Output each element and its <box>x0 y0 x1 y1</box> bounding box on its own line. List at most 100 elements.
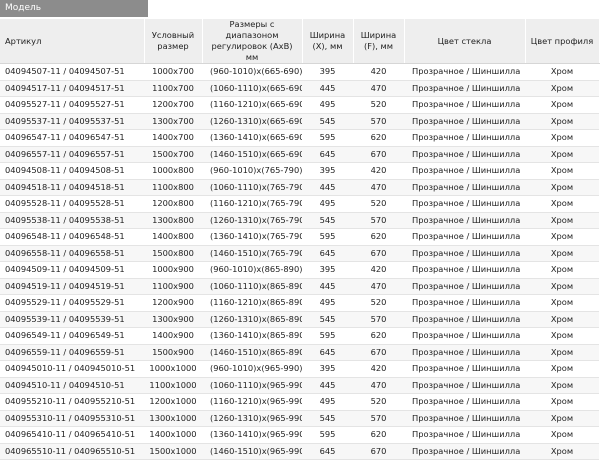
glass-color-cell: Прозрачное / Шиншилла <box>404 443 525 460</box>
width-x-cell: 495 <box>302 195 353 213</box>
nominal-size-cell: 1100x800 <box>144 179 202 196</box>
adjustment-range-cell: (960-1010)x(765-790) <box>202 162 302 180</box>
width-f-cell: 520 <box>353 195 404 213</box>
width-f-cell: 620 <box>353 228 404 246</box>
article-cell: 04094507-11 / 04094507-51 <box>0 63 144 81</box>
glass-color-cell: Прозрачное / Шиншилла <box>404 63 525 81</box>
article-cell: 04096558-11 / 04096558-51 <box>0 245 144 262</box>
adjustment-range-cell: (1360-1410)x(965-990) <box>202 426 302 444</box>
width-x-cell: 445 <box>302 278 353 295</box>
width-f-cell: 470 <box>353 377 404 394</box>
adjustment-range-cell: (1260-1310)x(965-990) <box>202 410 302 427</box>
article-cell: 040965510-11 / 040965510-51 <box>0 443 144 460</box>
width-f-cell: 420 <box>353 261 404 279</box>
nominal-size-cell: 1400x900 <box>144 327 202 345</box>
profile-color-cell: Хром <box>525 443 599 460</box>
table-row: 04094518-11 / 04094518-51 1100x800 (1060-1… <box>0 179 599 196</box>
profile-color-cell: Хром <box>525 63 599 81</box>
article-cell: 04094508-11 / 04094508-51 <box>0 162 144 180</box>
header-glass-color: Цвет стекла <box>404 19 526 64</box>
width-f-cell: 620 <box>353 327 404 345</box>
profile-color-cell: Хром <box>525 146 599 163</box>
article-cell: 040955310-11 / 040955310-51 <box>0 410 144 427</box>
adjustment-range-cell: (1060-1110)x(865-890) <box>202 278 302 295</box>
width-f-cell: 420 <box>353 360 404 378</box>
table-body: 04094507-11 / 04094507-51 1000x700 (960-10… <box>0 63 599 460</box>
glass-color-cell: Прозрачное / Шиншилла <box>404 278 525 295</box>
profile-color-cell: Хром <box>525 261 599 279</box>
width-f-cell: 520 <box>353 393 404 411</box>
nominal-size-cell: 1200x900 <box>144 294 202 312</box>
table-row: 04095539-11 / 04095539-51 1300x900 (1260-1… <box>0 311 599 328</box>
adjustment-range-cell: (1260-1310)x(865-890) <box>202 311 302 328</box>
width-x-cell: 445 <box>302 179 353 196</box>
glass-color-cell: Прозрачное / Шиншилла <box>404 195 525 213</box>
width-f-cell: 520 <box>353 294 404 312</box>
table-row: 04094507-11 / 04094507-51 1000x700 (960-10… <box>0 63 599 81</box>
width-f-cell: 470 <box>353 179 404 196</box>
article-cell: 040965410-11 / 040965410-51 <box>0 426 144 444</box>
width-f-cell: 420 <box>353 162 404 180</box>
glass-color-cell: Прозрачное / Шиншилла <box>404 393 525 411</box>
header-nominal-size: Условный размер <box>144 19 203 64</box>
profile-color-cell: Хром <box>525 179 599 196</box>
nominal-size-cell: 1300x900 <box>144 311 202 328</box>
table-row: 04095537-11 / 04095537-51 1300x700 (1260-1… <box>0 113 599 130</box>
table-row: 04094510-11 / 04094510-51 1100x1000 (1060-… <box>0 377 599 394</box>
width-x-cell: 495 <box>302 96 353 114</box>
table-row: 04096558-11 / 04096558-51 1500x800 (1460-1… <box>0 245 599 262</box>
article-cell: 04095529-11 / 04095529-51 <box>0 294 144 312</box>
table-row: 04096548-11 / 04096548-51 1400x800 (1360-1… <box>0 228 599 246</box>
article-cell: 04094519-11 / 04094519-51 <box>0 278 144 295</box>
nominal-size-cell: 1400x1000 <box>144 426 202 444</box>
table-row: 04096547-11 / 04096547-51 1400x700 (1360-1… <box>0 129 599 147</box>
nominal-size-cell: 1200x700 <box>144 96 202 114</box>
glass-color-cell: Прозрачное / Шиншилла <box>404 113 525 130</box>
glass-color-cell: Прозрачное / Шиншилла <box>404 129 525 147</box>
width-x-cell: 545 <box>302 113 353 130</box>
adjustment-range-cell: (1460-1510)x(665-690) <box>202 146 302 163</box>
article-cell: 04096559-11 / 04096559-51 <box>0 344 144 361</box>
article-cell: 04096547-11 / 04096547-51 <box>0 129 144 147</box>
adjustment-range-cell: (1060-1110)x(965-990) <box>202 377 302 394</box>
profile-color-cell: Хром <box>525 393 599 411</box>
article-cell: 04095538-11 / 04095538-51 <box>0 212 144 229</box>
article-cell: 040945010-11 / 040945010-51 <box>0 360 144 378</box>
profile-color-cell: Хром <box>525 96 599 114</box>
nominal-size-cell: 1500x800 <box>144 245 202 262</box>
width-f-cell: 670 <box>353 443 404 460</box>
profile-color-cell: Хром <box>525 212 599 229</box>
width-f-cell: 620 <box>353 426 404 444</box>
article-cell: 04096549-11 / 04096549-51 <box>0 327 144 345</box>
width-f-cell: 670 <box>353 245 404 262</box>
table-row: 04094508-11 / 04094508-51 1000x800 (960-10… <box>0 162 599 180</box>
profile-color-cell: Хром <box>525 162 599 180</box>
adjustment-range-cell: (1060-1110)x(765-790) <box>202 179 302 196</box>
profile-color-cell: Хром <box>525 377 599 394</box>
nominal-size-cell: 1300x700 <box>144 113 202 130</box>
width-x-cell: 595 <box>302 426 353 444</box>
width-x-cell: 645 <box>302 146 353 163</box>
nominal-size-cell: 1300x800 <box>144 212 202 229</box>
width-x-cell: 595 <box>302 129 353 147</box>
header-article: Артикул <box>0 19 145 64</box>
profile-color-cell: Хром <box>525 195 599 213</box>
table-header-row: Артикул Условный размер Размеры с диапаз… <box>0 19 600 64</box>
profile-color-cell: Хром <box>525 278 599 295</box>
glass-color-cell: Прозрачное / Шиншилла <box>404 80 525 97</box>
nominal-size-cell: 1500x1000 <box>144 443 202 460</box>
profile-color-cell: Хром <box>525 129 599 147</box>
article-cell: 04096548-11 / 04096548-51 <box>0 228 144 246</box>
article-cell: 04095528-11 / 04095528-51 <box>0 195 144 213</box>
glass-color-cell: Прозрачное / Шиншилла <box>404 228 525 246</box>
profile-color-cell: Хром <box>525 245 599 262</box>
article-cell: 04095527-11 / 04095527-51 <box>0 96 144 114</box>
width-f-cell: 520 <box>353 96 404 114</box>
adjustment-range-cell: (1360-1410)x(865-890) <box>202 327 302 345</box>
article-cell: 04094517-11 / 04094517-51 <box>0 80 144 97</box>
width-x-cell: 445 <box>302 377 353 394</box>
width-x-cell: 645 <box>302 245 353 262</box>
nominal-size-cell: 1200x800 <box>144 195 202 213</box>
profile-color-cell: Хром <box>525 311 599 328</box>
nominal-size-cell: 1500x700 <box>144 146 202 163</box>
